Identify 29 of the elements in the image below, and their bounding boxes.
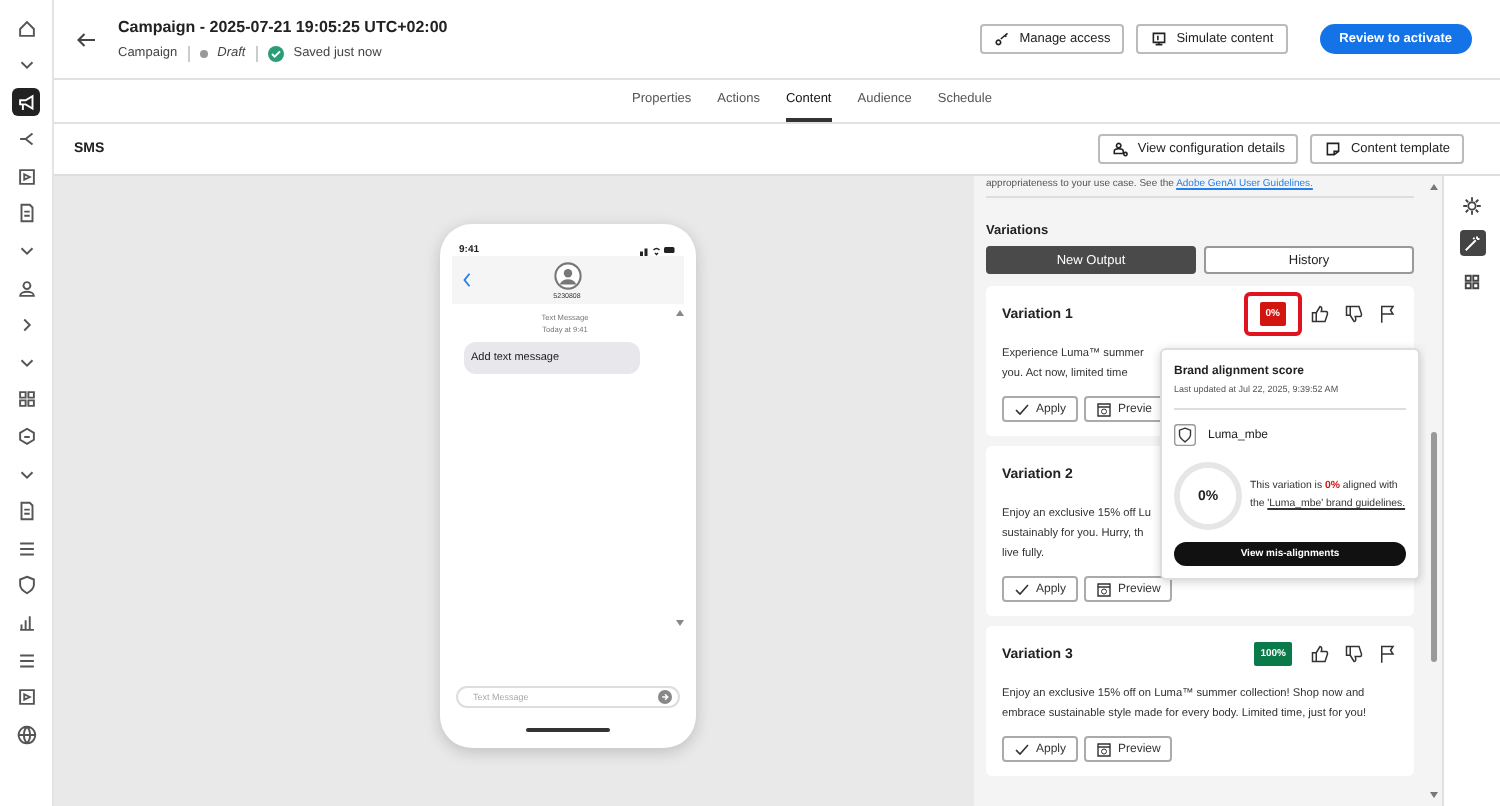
- back-chevron-icon[interactable]: [461, 272, 471, 288]
- globe-icon[interactable]: [12, 720, 40, 749]
- preview-icon: [1096, 741, 1113, 757]
- thumbs-down-icon[interactable]: [1344, 644, 1364, 664]
- check-icon: [1014, 401, 1030, 417]
- brand-shield-icon: [1174, 424, 1196, 446]
- settings-icon[interactable]: [1459, 192, 1485, 218]
- check-icon: [1014, 581, 1030, 597]
- button-icon: [1150, 30, 1169, 48]
- send-icon[interactable]: [657, 690, 671, 704]
- flag-icon[interactable]: [1378, 304, 1398, 324]
- preview-icon: [1096, 401, 1113, 417]
- thumbs-up-icon[interactable]: [1310, 644, 1330, 664]
- preview-icon: [1096, 581, 1113, 597]
- flag-icon[interactable]: [1378, 644, 1398, 664]
- campaign-title: Campaign - 2025-07-21 19:05:25 UTC+02:00: [118, 17, 450, 35]
- home-indicator: [525, 728, 609, 732]
- button-icon: [1324, 140, 1343, 158]
- check-icon: [267, 45, 284, 61]
- button-icon: [993, 30, 1012, 48]
- thumbs-up-icon[interactable]: [1310, 304, 1330, 324]
- signal-wifi-battery-icon: [639, 244, 675, 256]
- thumbs-down-icon[interactable]: [1344, 304, 1364, 324]
- wand-icon[interactable]: [1459, 230, 1485, 256]
- status-dot: [199, 49, 208, 57]
- megaphone-icon[interactable]: [12, 88, 40, 117]
- check-icon: [1014, 741, 1030, 757]
- button-icon: [1111, 140, 1130, 158]
- avatar-icon: [553, 262, 581, 290]
